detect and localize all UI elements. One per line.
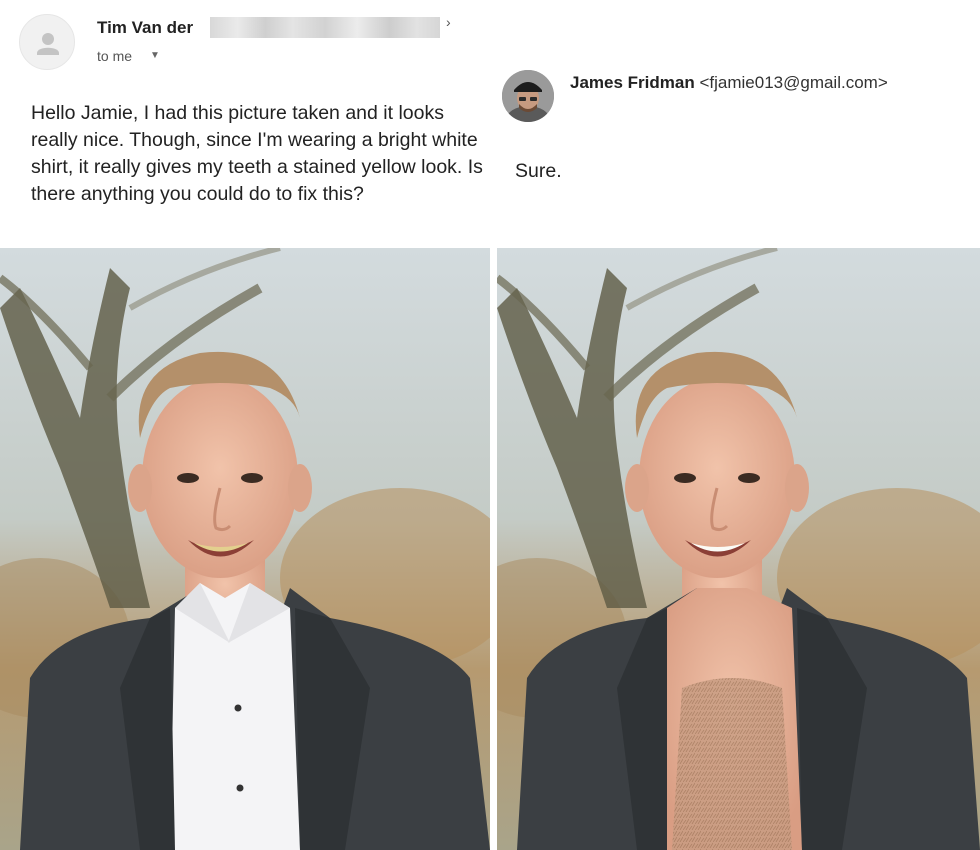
reply-body: Sure. (515, 160, 562, 182)
edited-photo (497, 248, 980, 850)
original-email: Tim Van der › to me ▼ Hello Jamie, I had… (0, 0, 490, 248)
reply-email: James Fridman <fjamie013@gmail.com> Sure… (490, 0, 980, 248)
caret-down-icon[interactable]: ▼ (150, 50, 160, 61)
original-photo (0, 248, 490, 850)
sender-avatar[interactable] (502, 70, 554, 122)
recipient-label[interactable]: to me (97, 48, 132, 64)
reply-sender[interactable]: James Fridman <fjamie013@gmail.com> (570, 73, 888, 93)
photo-divider (490, 248, 497, 850)
sender-name[interactable]: Tim Van der (97, 18, 193, 38)
reply-sender-email: <fjamie013@gmail.com> (699, 73, 888, 92)
redacted-surname (210, 17, 440, 38)
chevron-right-icon: › (446, 14, 451, 30)
reply-sender-name: James Fridman (570, 73, 695, 92)
default-avatar-icon[interactable] (19, 14, 75, 70)
email-body: Hello Jamie, I had this picture taken an… (31, 102, 483, 205)
